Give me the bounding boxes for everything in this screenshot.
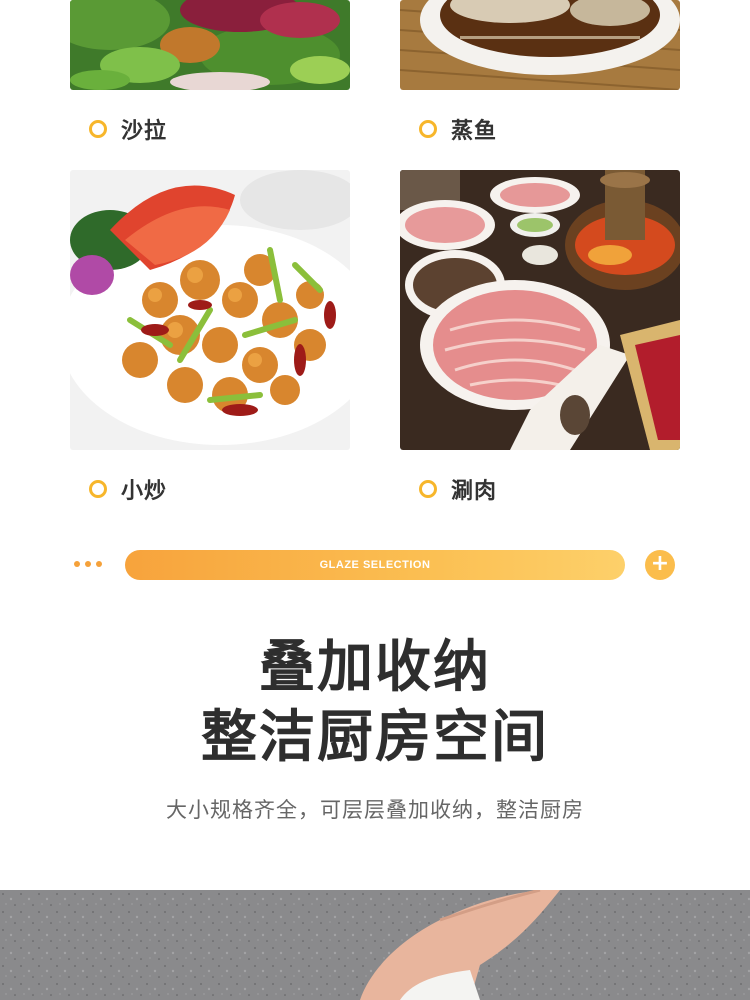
headline-line-2: 整洁厨房空间	[201, 705, 549, 770]
caption-label: 沙拉	[121, 119, 168, 144]
caption-salad: 沙拉	[89, 114, 167, 144]
pill-label: GLAZE SELECTION	[319, 559, 431, 571]
glaze-selection-banner: GLAZE SELECTION +	[70, 548, 680, 582]
caption-steamed-fish: 蒸鱼	[419, 114, 497, 144]
circle-bullet-icon	[419, 120, 437, 138]
steamed-fish-photo	[400, 0, 680, 90]
hotpot-photo	[400, 170, 680, 450]
plus-button[interactable]: +	[645, 550, 675, 580]
stir-fry-photo	[70, 170, 350, 450]
stone-countertop-photo	[0, 890, 750, 1000]
headline-line-1: 叠加收纳	[259, 635, 491, 700]
circle-bullet-icon	[89, 120, 107, 138]
caption-stir-fry: 小炒	[89, 474, 167, 504]
glaze-selection-pill: GLAZE SELECTION	[125, 550, 625, 580]
caption-label: 涮肉	[451, 479, 498, 504]
salad-photo	[70, 0, 350, 90]
caption-hotpot: 涮肉	[419, 474, 497, 504]
circle-bullet-icon	[89, 480, 107, 498]
caption-label: 小炒	[121, 479, 168, 504]
subtitle: 大小规格齐全，可层层叠加收纳，整洁厨房	[166, 798, 584, 822]
ellipsis-dots-icon	[74, 561, 102, 567]
circle-bullet-icon	[419, 480, 437, 498]
plus-icon: +	[650, 551, 670, 576]
caption-label: 蒸鱼	[451, 119, 498, 144]
